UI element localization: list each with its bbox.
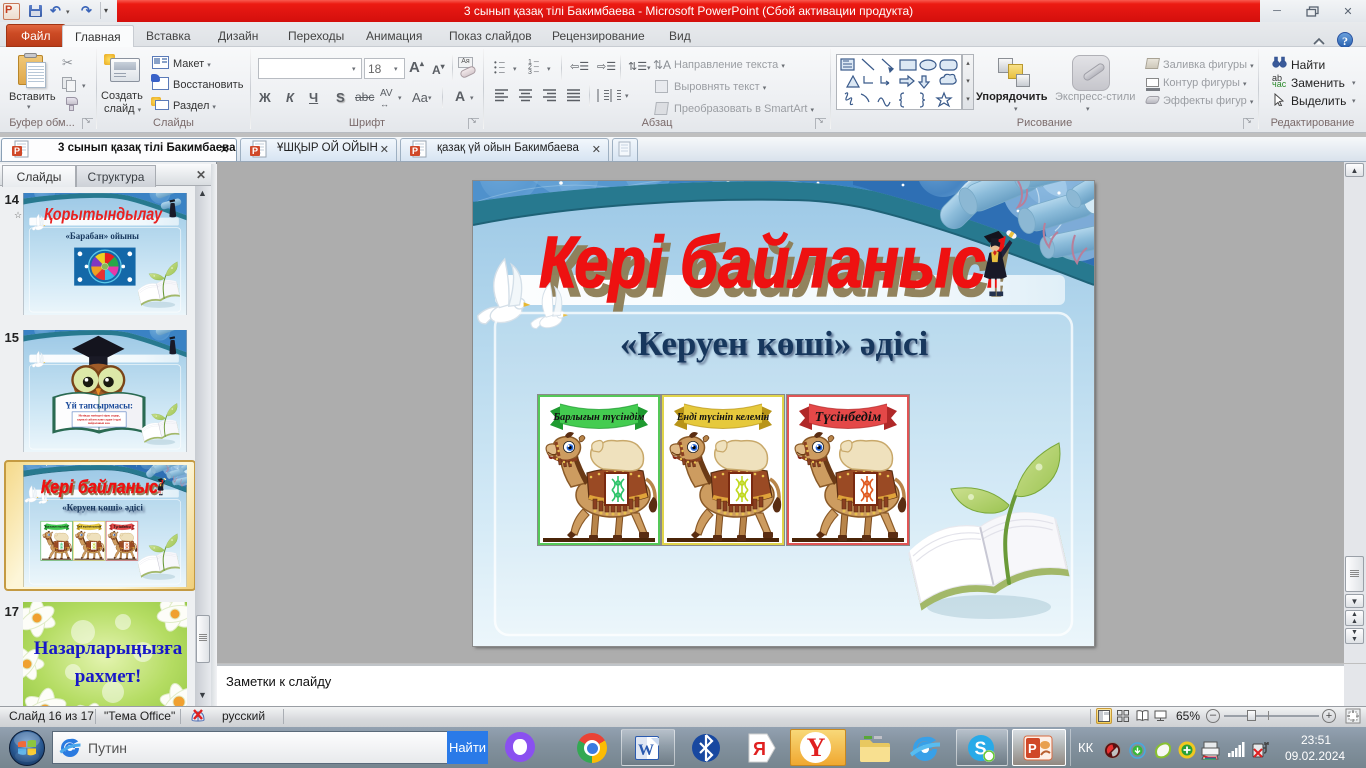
svg-text:Үй тапсырмасы:: Үй тапсырмасы: (65, 401, 133, 411)
svg-text:W: W (638, 742, 654, 759)
svg-text:Я: Я (753, 739, 766, 759)
svg-text:керекті сөйлем және сурдегі тү: керекті сөйлем және сурдегі түрлі (77, 417, 121, 421)
svg-text:«Барабан» ойыны: «Барабан» ойыны (65, 231, 139, 241)
svg-text:рахмет!: рахмет! (75, 666, 142, 687)
svg-text:P: P (412, 146, 418, 156)
svg-text:пайдаланып жаз.: пайдаланып жаз. (88, 421, 111, 425)
svg-text:P: P (252, 146, 258, 156)
svg-text:P: P (1028, 741, 1037, 756)
svg-text:P: P (14, 146, 20, 156)
svg-text:Назарларыңызға: Назарларыңызға (34, 638, 183, 659)
svg-text:Қорытындылау: Қорытындылау (44, 204, 163, 224)
svg-text:Мәтінды мәтіндегі тірек сөздер: Мәтінды мәтіндегі тірек сөздер, (78, 414, 120, 418)
